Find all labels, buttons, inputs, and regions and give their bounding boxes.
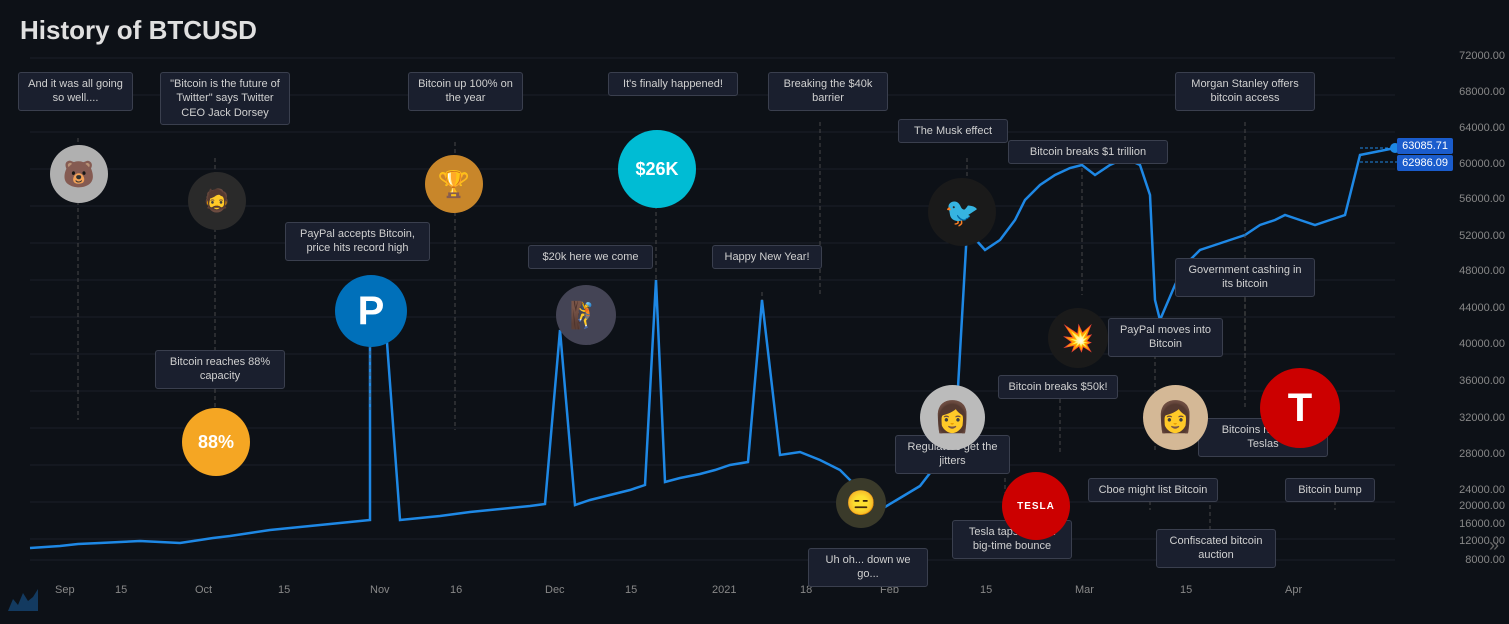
y-label-28000: 28000.00 xyxy=(1459,448,1505,460)
y-label-60000: 60000.00 xyxy=(1459,158,1505,170)
x-label-feb: Feb xyxy=(880,584,899,596)
current-price-1: 63085.71 xyxy=(1397,138,1453,154)
y-label-16000: 16000.00 xyxy=(1459,518,1505,530)
y-label-68000: 68000.00 xyxy=(1459,86,1505,98)
x-label-15b: 15 xyxy=(278,584,290,596)
x-label-apr: Apr xyxy=(1285,584,1302,596)
x-label-sep: Sep xyxy=(55,584,75,596)
y-label-52000: 52000.00 xyxy=(1459,230,1505,242)
tradingview-logo xyxy=(8,589,38,616)
current-price-2: 62986.09 xyxy=(1397,155,1453,171)
x-label-nov: Nov xyxy=(370,584,390,596)
y-label-32000: 32000.00 xyxy=(1459,412,1505,424)
expand-button[interactable]: » xyxy=(1489,535,1499,556)
y-label-24000: 24000.00 xyxy=(1459,484,1505,496)
y-label-8000: 8000.00 xyxy=(1465,554,1505,566)
x-label-16: 16 xyxy=(450,584,462,596)
y-label-36000: 36000.00 xyxy=(1459,375,1505,387)
y-label-40000: 40000.00 xyxy=(1459,338,1505,350)
x-label-2021: 2021 xyxy=(712,584,736,596)
x-label-mar: Mar xyxy=(1075,584,1094,596)
x-label-oct: Oct xyxy=(195,584,212,596)
price-chart xyxy=(0,0,1509,624)
y-label-64000: 64000.00 xyxy=(1459,122,1505,134)
y-label-56000: 56000.00 xyxy=(1459,193,1505,205)
y-label-48000: 48000.00 xyxy=(1459,265,1505,277)
x-label-dec: Dec xyxy=(545,584,565,596)
x-label-15e: 15 xyxy=(1180,584,1192,596)
y-label-72000: 72000.00 xyxy=(1459,50,1505,62)
y-label-44000: 44000.00 xyxy=(1459,302,1505,314)
y-label-20000: 20000.00 xyxy=(1459,500,1505,512)
x-label-15c: 15 xyxy=(625,584,637,596)
x-label-18: 18 xyxy=(800,584,812,596)
x-label-15d: 15 xyxy=(980,584,992,596)
x-label-15a: 15 xyxy=(115,584,127,596)
